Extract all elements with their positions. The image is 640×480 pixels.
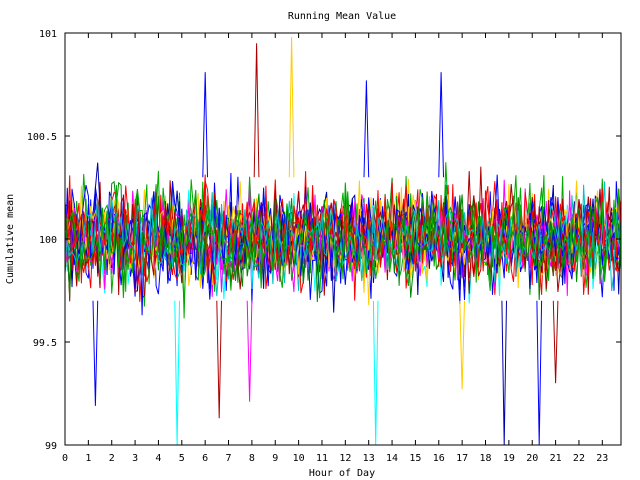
series-spike-8 [246,300,253,402]
series-spike-7 [92,300,99,406]
x-tick-label: 5 [179,453,185,464]
y-tick-label: 100.5 [27,132,57,143]
y-tick-label: 101 [39,29,57,40]
x-tick-label: 22 [573,453,585,464]
y-tick-label: 99.5 [33,338,57,349]
x-tick-label: 4 [155,453,161,464]
series-spike-6 [216,300,222,419]
x-tick-label: 3 [132,453,138,464]
y-axis-label: Cumulative mean [5,194,16,284]
x-tick-label: 6 [202,453,208,464]
series-spike-12 [536,300,543,446]
x-tick-label: 9 [272,453,278,464]
series-spike-11 [501,300,507,446]
x-tick-label: 12 [339,453,351,464]
y-tick-label: 99 [45,441,57,452]
series-spike-3 [202,72,208,178]
x-tick-label: 14 [386,453,398,464]
x-tick-label: 0 [62,453,68,464]
series-layer [64,37,622,446]
series-spike-14 [459,300,465,390]
series-spike-5 [363,80,370,178]
series-spike-9 [174,300,180,446]
x-tick-label: 13 [363,453,375,464]
x-tick-label: 19 [503,453,515,464]
x-tick-label: 17 [456,453,468,464]
series-spike-4 [438,72,444,178]
series-spike-2 [253,43,260,178]
series-spike-10 [372,300,379,446]
x-tick-label: 2 [109,453,115,464]
x-tick-label: 20 [526,453,538,464]
x-tick-label: 7 [226,453,232,464]
x-tick-label: 1 [85,453,91,464]
series-spike-1 [288,37,295,178]
running-mean-chart: Running Mean Value 9999.5100100.5101 012… [5,11,622,479]
x-tick-label: 8 [249,453,255,464]
series-spike-13 [552,300,559,384]
x-tick-label: 21 [550,453,562,464]
x-axis-label: Hour of Day [309,468,375,479]
x-tick-label: 10 [293,453,305,464]
x-tick-label: 11 [316,453,328,464]
x-tick-label: 23 [596,453,608,464]
x-tick-label: 15 [409,453,421,464]
chart-title: Running Mean Value [288,11,396,22]
x-tick-label: 16 [433,453,445,464]
y-tick-label: 100 [39,235,57,246]
x-tick-label: 18 [479,453,491,464]
